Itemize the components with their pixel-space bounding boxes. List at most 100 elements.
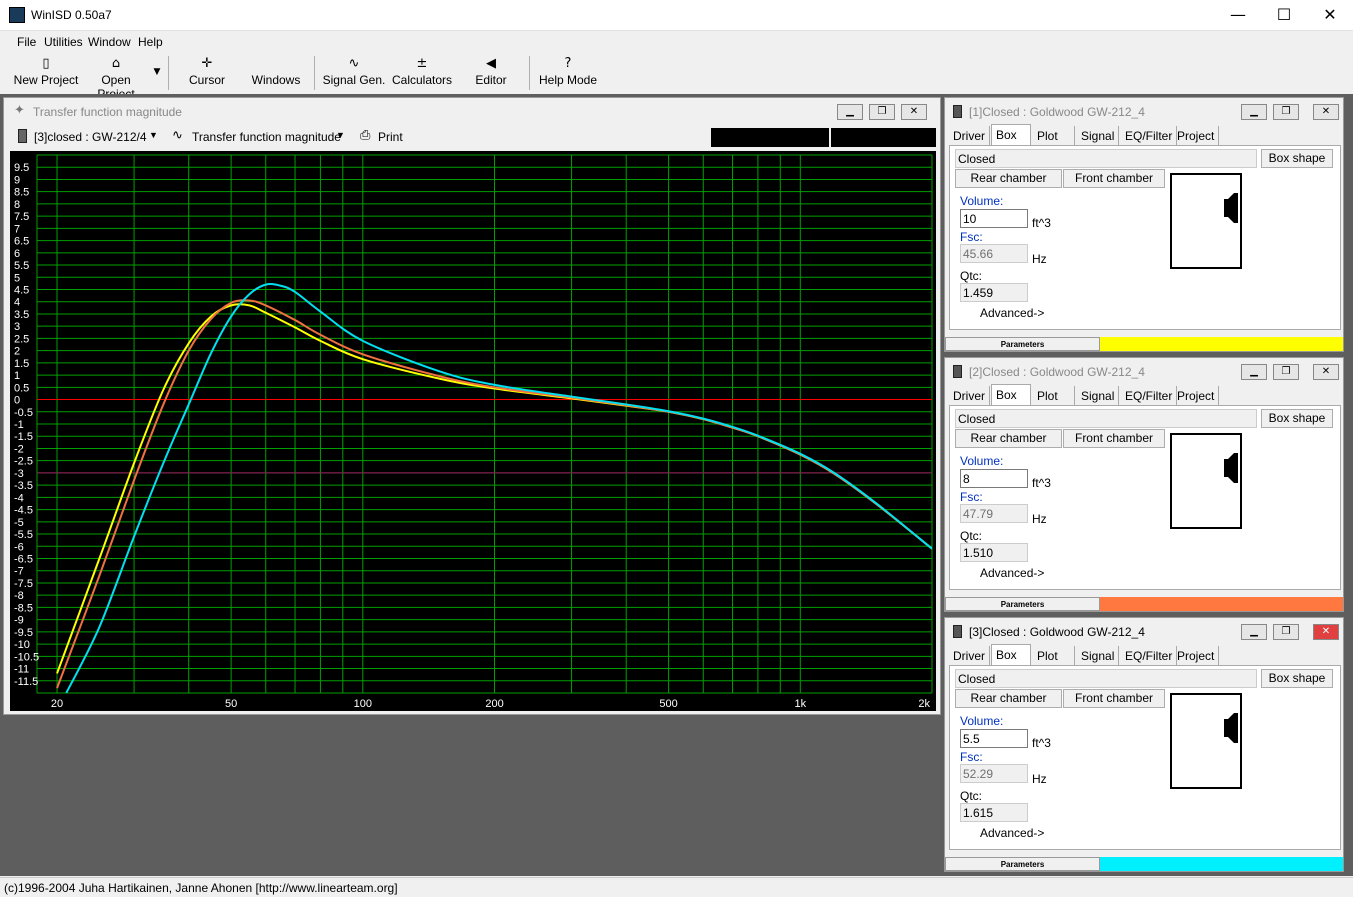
parameters-bar[interactable]: Parameters: [945, 597, 1343, 611]
restore-button[interactable]: ❐: [1273, 104, 1299, 120]
close-button[interactable]: ✕: [1307, 0, 1353, 31]
close-button[interactable]: ✕: [1313, 104, 1339, 120]
close-button[interactable]: ✕: [1313, 364, 1339, 380]
volume-label: Volume:: [960, 194, 1004, 208]
tab-signal[interactable]: Signal: [1077, 126, 1120, 146]
y-tick-label: 2.5: [14, 333, 29, 345]
y-tick-label: -11: [14, 664, 29, 676]
rear-chamber-tab[interactable]: Rear chamber: [955, 169, 1062, 188]
restore-button[interactable]: ❐: [869, 104, 895, 120]
box-window-titlebar[interactable]: [1]Closed : Goldwood GW-212_4 ▁ ❐ ✕: [945, 98, 1343, 124]
question-mark-icon: ?: [564, 56, 572, 71]
minimize-button[interactable]: ▁: [1241, 364, 1267, 380]
y-tick-label: 1.5: [14, 358, 29, 370]
parameters-bar[interactable]: Parameters: [945, 337, 1343, 351]
box-shape-button[interactable]: Box shape: [1261, 669, 1333, 688]
box-shape-button[interactable]: Box shape: [1261, 409, 1333, 428]
sine-wave-icon: ∿: [172, 128, 183, 143]
minimize-button[interactable]: —: [1215, 0, 1261, 31]
tab-signal[interactable]: Signal: [1077, 386, 1120, 406]
open-project-button[interactable]: ⌂ Open Project: [83, 53, 149, 101]
chevron-down-icon[interactable]: ▼: [336, 130, 345, 140]
minimize-button[interactable]: ▁: [837, 104, 863, 120]
rear-chamber-tab[interactable]: Rear chamber: [955, 429, 1062, 448]
tab-project[interactable]: Project: [1173, 126, 1220, 146]
tab-plot[interactable]: Plot: [1033, 646, 1075, 666]
parameters-label: Parameters: [945, 857, 1100, 871]
volume-input[interactable]: 10: [960, 209, 1028, 228]
y-tick-label: -1.5: [14, 431, 33, 443]
fsc-label: Fsc:: [960, 750, 983, 764]
tab-box[interactable]: Box: [991, 384, 1031, 406]
maximize-button[interactable]: ☐: [1261, 0, 1307, 31]
minimize-button[interactable]: ▁: [1241, 104, 1267, 120]
tab-eq-filter[interactable]: EQ/Filter: [1121, 126, 1178, 146]
restore-button[interactable]: ❐: [1273, 364, 1299, 380]
tab-project[interactable]: Project: [1173, 646, 1220, 666]
menu-help[interactable]: Help: [138, 35, 163, 49]
volume-input[interactable]: 8: [960, 469, 1028, 488]
cursor-button[interactable]: ✛ Cursor: [177, 53, 237, 93]
y-tick-label: -8.5: [14, 602, 33, 614]
windows-button[interactable]: Windows: [245, 53, 307, 93]
minimize-button[interactable]: ▁: [1241, 624, 1267, 640]
tab-signal[interactable]: Signal: [1077, 646, 1120, 666]
restore-button[interactable]: ❐: [1273, 624, 1299, 640]
advanced-button[interactable]: Advanced->: [980, 566, 1044, 580]
crosshair-icon: ✛: [201, 56, 213, 71]
app-icon[interactable]: [9, 7, 25, 23]
qtc-field: 1.510: [960, 543, 1028, 562]
front-chamber-tab[interactable]: Front chamber: [1063, 429, 1165, 448]
rear-chamber-tab[interactable]: Rear chamber: [955, 689, 1062, 708]
print-button[interactable]: Print: [378, 130, 403, 144]
advanced-button[interactable]: Advanced->: [980, 826, 1044, 840]
box-window-titlebar[interactable]: [2]Closed : Goldwood GW-212_4 ▁ ❐ ✕: [945, 358, 1343, 384]
speaker-driver-icon: [1224, 713, 1238, 743]
box-shape-button[interactable]: Box shape: [1261, 149, 1333, 168]
box-type-select[interactable]: Closed: [955, 669, 1257, 688]
box-type-select[interactable]: Closed: [955, 149, 1257, 168]
speaker-box-icon: [953, 105, 962, 118]
tab-eq-filter[interactable]: EQ/Filter: [1121, 646, 1178, 666]
chevron-down-icon[interactable]: ▼: [149, 130, 158, 140]
editor-label: Editor: [475, 73, 507, 87]
toolbar-separator: [168, 56, 169, 90]
toolbar-separator: [529, 56, 530, 90]
tab-plot[interactable]: Plot: [1033, 386, 1075, 406]
front-chamber-tab[interactable]: Front chamber: [1063, 689, 1165, 708]
transfer-function-plot[interactable]: 9.5 9 8.5 8 7.5 7 6.5 6 5.5 5 4.5 4 3.5 3 2.5 2 1.5 1 0.5 0…: [10, 151, 936, 711]
tab-driver[interactable]: Driver: [949, 646, 990, 666]
graph-window-titlebar[interactable]: ✦ Transfer function magnitude ▁ ❐ ✕: [4, 98, 940, 124]
tab-box[interactable]: Box: [991, 124, 1031, 146]
close-button[interactable]: ✕: [901, 104, 927, 120]
tab-project[interactable]: Project: [1173, 386, 1220, 406]
y-tick-label: 6: [14, 248, 20, 260]
tab-eq-filter[interactable]: EQ/Filter: [1121, 386, 1178, 406]
editor-button[interactable]: ◀ Editor: [461, 53, 521, 93]
advanced-button[interactable]: Advanced->: [980, 306, 1044, 320]
tab-driver[interactable]: Driver: [949, 126, 990, 146]
project-select[interactable]: [3]closed : GW-212/4: [34, 130, 147, 144]
y-tick-label: -6.5: [14, 554, 33, 566]
menu-window[interactable]: Window: [88, 35, 131, 49]
volume-input[interactable]: 5.5: [960, 729, 1028, 748]
menu-utilities[interactable]: Utilities: [44, 35, 83, 49]
y-tick-label: -2.5: [14, 456, 33, 468]
tab-box[interactable]: Box: [991, 644, 1031, 666]
tab-plot[interactable]: Plot: [1033, 126, 1075, 146]
box-window-titlebar[interactable]: [3]Closed : Goldwood GW-212_4 ▁ ❐ ✕: [945, 618, 1343, 644]
calculators-button[interactable]: ± Calculators: [391, 53, 453, 93]
front-chamber-tab[interactable]: Front chamber: [1063, 169, 1165, 188]
y-tick-label: -9: [14, 615, 24, 627]
signal-gen-button[interactable]: ∿ Signal Gen.: [321, 53, 387, 93]
plot-select[interactable]: Transfer function magnitude: [192, 130, 341, 144]
qtc-field: 1.459: [960, 283, 1028, 302]
menu-file[interactable]: File: [17, 35, 36, 49]
parameters-bar[interactable]: Parameters: [945, 857, 1343, 871]
close-button[interactable]: ✕: [1313, 624, 1339, 640]
help-mode-button[interactable]: ? Help Mode: [537, 53, 599, 93]
tab-driver[interactable]: Driver: [949, 386, 990, 406]
open-project-dropdown[interactable]: ▼: [151, 53, 163, 93]
new-project-button[interactable]: ▯ New Project: [13, 53, 79, 93]
box-type-select[interactable]: Closed: [955, 409, 1257, 428]
